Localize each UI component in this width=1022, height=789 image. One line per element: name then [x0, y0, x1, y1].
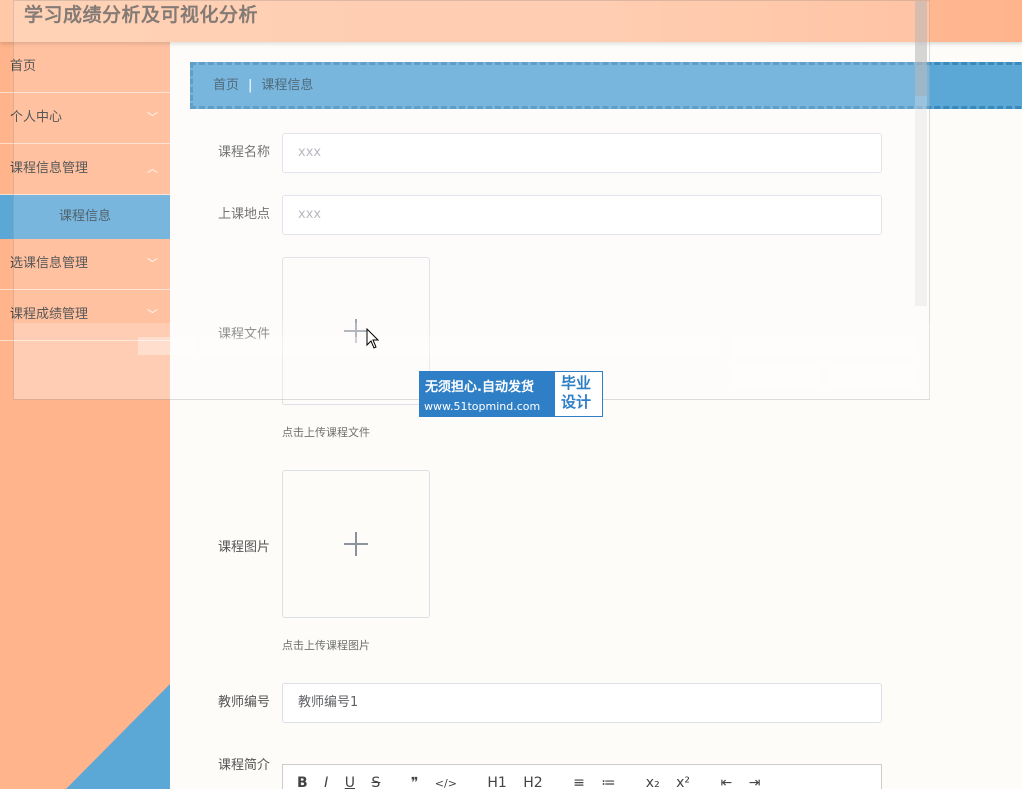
- italic-button[interactable]: I: [324, 775, 328, 789]
- sidebar-item-label: 课程信息管理: [10, 161, 89, 176]
- subscript-button[interactable]: x₂: [646, 775, 660, 789]
- editor-toolbar: B I U S ❞ </> H1 H2 ≡ ≔ x₂ x² ⇤ ⇥: [283, 765, 881, 789]
- watermark-left: 无须担心.自动发货 www.51topmind.com: [420, 372, 555, 416]
- course-image-label: 课程图片: [217, 540, 270, 555]
- watermark-line1: 无须担心.自动发货: [425, 380, 534, 395]
- course-file-label: 课程文件: [217, 327, 270, 342]
- course-image-hint: 点击上传课程图片: [282, 639, 370, 652]
- sidebar-item-selection-management[interactable]: 选课信息管理 ﹀: [0, 239, 170, 290]
- quote-button[interactable]: ❞: [411, 775, 419, 789]
- sidebar-decoration: [66, 684, 170, 789]
- sidebar: 首页 个人中心 ﹀ 课程信息管理 ︿ 课程信息 选课信息管理 ﹀ 课程成绩管理 …: [0, 42, 170, 789]
- outdent-button[interactable]: ⇤: [721, 775, 733, 789]
- plus-icon: [344, 532, 368, 556]
- sidebar-item-label: 课程信息: [58, 209, 111, 224]
- sidebar-item-home[interactable]: 首页: [0, 42, 170, 93]
- sidebar-item-label: 个人中心: [10, 110, 63, 125]
- mouse-cursor-icon: [366, 328, 380, 349]
- top-header: 学习成绩分析及可视化分析: [0, 0, 1022, 42]
- app-title: 学习成绩分析及可视化分析: [24, 4, 259, 26]
- breadcrumb-home[interactable]: 首页: [213, 78, 239, 93]
- watermark-right-line2: 设计: [561, 393, 592, 411]
- form-row-course-image: 课程图片 点击上传课程图片: [170, 470, 1022, 660]
- bullet-list-button[interactable]: ≔: [601, 775, 615, 789]
- watermark-url: www.51topmind.com: [424, 400, 541, 413]
- rich-text-editor[interactable]: B I U S ❞ </> H1 H2 ≡ ≔ x₂ x² ⇤ ⇥: [282, 764, 882, 789]
- watermark-right: 毕业 设计: [561, 374, 601, 412]
- chevron-down-icon: ﹀: [147, 308, 158, 321]
- location-label: 上课地点: [217, 207, 270, 222]
- sidebar-item-label: 课程成绩管理: [10, 307, 89, 322]
- course-file-hint: 点击上传课程文件: [282, 426, 370, 439]
- form-row-course-file: 课程文件 点击上传课程文件: [170, 257, 1022, 447]
- bold-button[interactable]: B: [297, 775, 308, 789]
- teacher-id-label: 教师编号: [217, 695, 270, 710]
- form-row-teacher-id: 教师编号 教师编号1: [170, 683, 1022, 723]
- chevron-up-icon: ︿: [147, 162, 158, 175]
- sidebar-subitem-course-info[interactable]: 课程信息: [0, 195, 170, 239]
- superscript-button[interactable]: x²: [676, 775, 690, 789]
- breadcrumb-current: 课程信息: [261, 78, 314, 93]
- course-image-upload[interactable]: [282, 470, 430, 618]
- h1-button[interactable]: H1: [487, 775, 506, 789]
- watermark-logo: 无须担心.自动发货 www.51topmind.com 毕业 设计: [419, 371, 603, 417]
- sidebar-item-course-management[interactable]: 课程信息管理 ︿: [0, 144, 170, 195]
- breadcrumb: 首页 | 课程信息: [213, 65, 313, 106]
- sidebar-item-label: 首页: [10, 59, 37, 74]
- indent-button[interactable]: ⇥: [749, 775, 761, 789]
- location-input[interactable]: xxx: [282, 195, 882, 235]
- sidebar-item-personal-center[interactable]: 个人中心 ﹀: [0, 93, 170, 144]
- chevron-down-icon: ﹀: [147, 257, 158, 270]
- breadcrumb-bar: 首页 | 课程信息: [190, 62, 1022, 109]
- form-row-course-name: 课程名称 xxx: [170, 133, 1022, 173]
- teacher-id-input[interactable]: 教师编号1: [282, 683, 882, 723]
- strike-button[interactable]: S: [371, 775, 380, 789]
- sidebar-item-grade-management[interactable]: 课程成绩管理 ﹀: [0, 290, 170, 341]
- course-file-upload[interactable]: [282, 257, 430, 405]
- breadcrumb-separator: |: [248, 78, 253, 93]
- chevron-down-icon: ﹀: [147, 111, 158, 124]
- course-intro-label: 课程简介: [217, 758, 270, 773]
- code-button[interactable]: </>: [435, 777, 457, 789]
- form-row-location: 上课地点 xxx: [170, 195, 1022, 235]
- ordered-list-button[interactable]: ≡: [573, 775, 585, 789]
- h2-button[interactable]: H2: [523, 775, 542, 789]
- course-name-label: 课程名称: [217, 145, 270, 160]
- course-name-input[interactable]: xxx: [282, 133, 882, 173]
- plus-icon: [344, 319, 368, 343]
- sidebar-item-label: 选课信息管理: [10, 256, 89, 271]
- underline-button[interactable]: U: [345, 775, 355, 789]
- watermark-right-line1: 毕业: [561, 374, 592, 392]
